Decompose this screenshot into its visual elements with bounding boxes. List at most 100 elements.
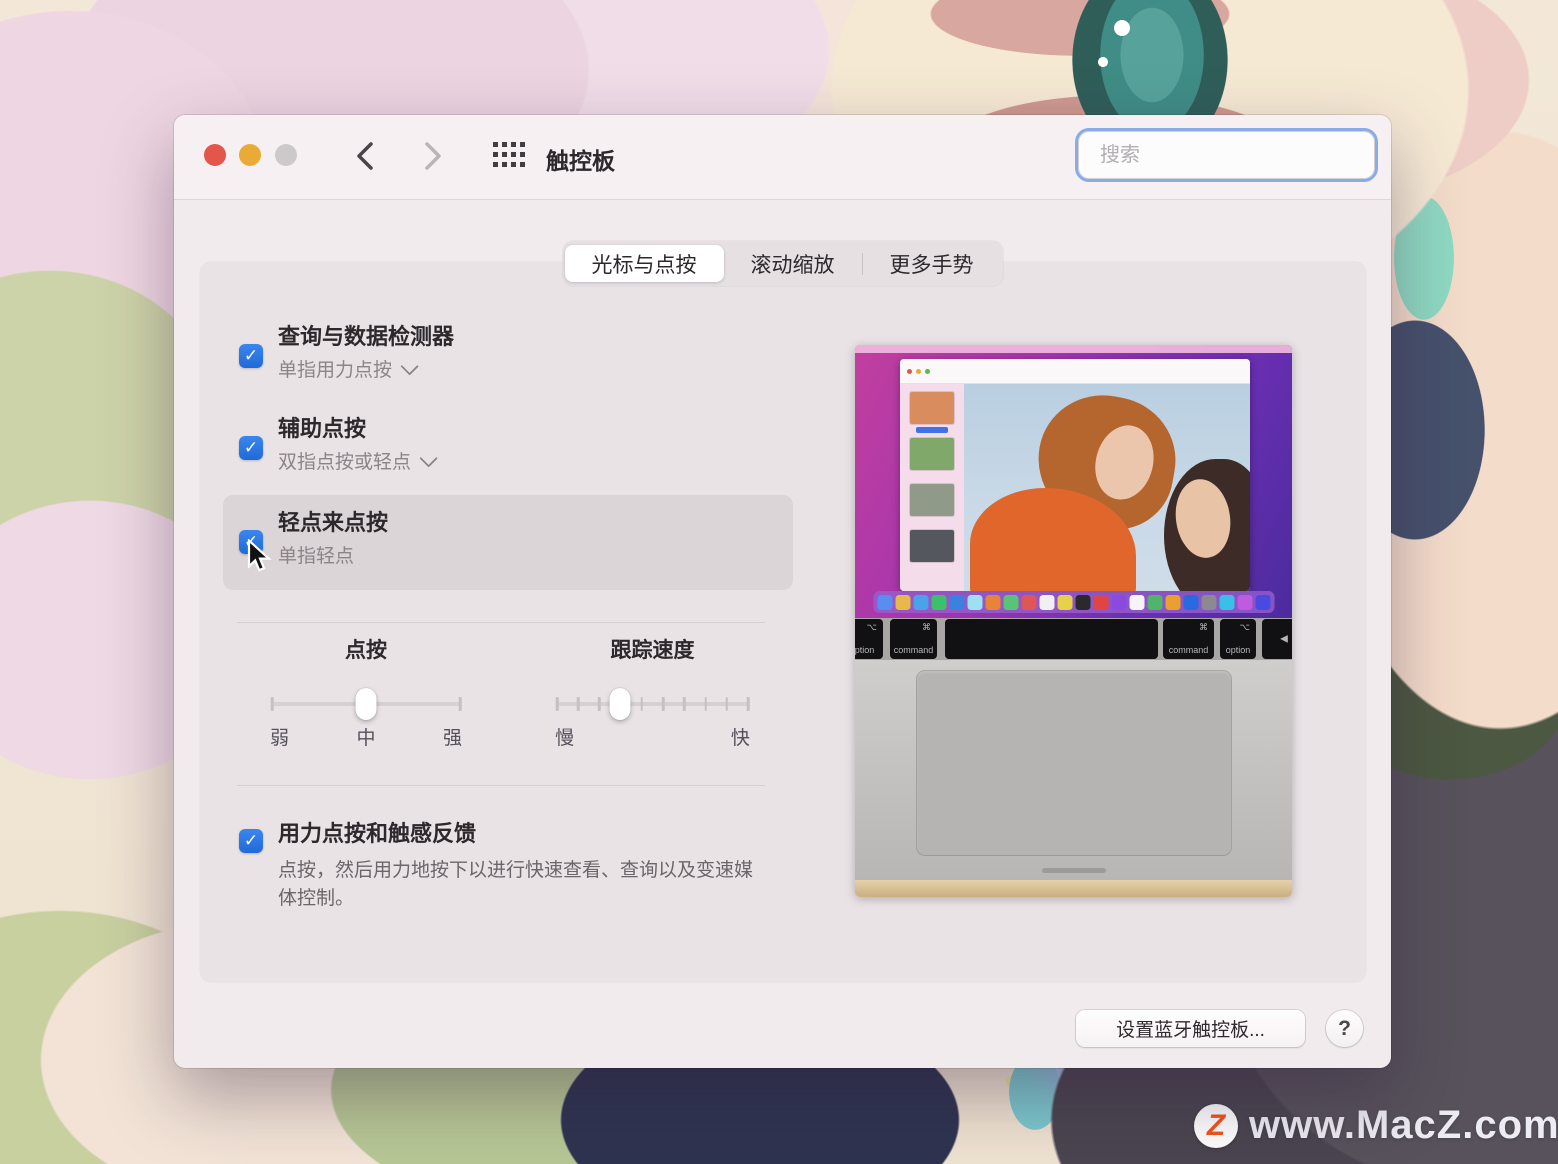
- tracking-speed-tick-labels: 慢 快: [555, 723, 750, 749]
- demo-dock-app-icon: [913, 594, 928, 610]
- demo-dock-app-icon: [895, 594, 910, 610]
- macz-logo-letter: Z: [1206, 1108, 1226, 1142]
- demo-dock-app-icon: [1003, 594, 1018, 610]
- demo-dock-app-icon: [1021, 594, 1036, 610]
- demo-dock-app-icon: [967, 594, 982, 610]
- close-button[interactable]: [204, 144, 226, 166]
- demo-command-key: ⌘ command: [890, 619, 937, 659]
- forward-button[interactable]: [414, 137, 452, 175]
- force-click-description: 点按，然后用力地按下以进行快速查看、查询以及变速媒体控制。: [278, 860, 754, 909]
- search-input[interactable]: [1098, 142, 1367, 168]
- demo-photo-thumbnail: [910, 484, 954, 516]
- demo-dock-app-icon: [931, 594, 946, 610]
- macz-logo-icon: Z: [1194, 1103, 1238, 1148]
- demo-photos-sidebar: [900, 384, 964, 591]
- demo-close-dot: [907, 368, 912, 374]
- tick-label-strong: 强: [442, 728, 462, 749]
- chevron-left-icon: [357, 142, 373, 170]
- demo-arrow-key: ◀: [1262, 619, 1292, 659]
- click-pressure-label: 点按: [345, 639, 387, 662]
- watermark-text: www.MacZ.com: [1249, 1103, 1558, 1147]
- dropdown-value: 双指点按或轻点: [278, 452, 412, 473]
- demo-trackpad: [915, 670, 1232, 856]
- click-pressure-slider: [270, 687, 462, 721]
- lookup-gesture-dropdown[interactable]: 单指用力点按: [278, 355, 419, 382]
- tab-scroll-and-zoom[interactable]: 滚动缩放: [724, 245, 862, 282]
- demo-dock-app-icon: [1075, 594, 1090, 610]
- force-click-label: 用力点按和触感反馈: [278, 821, 477, 846]
- demo-macbook-screen: [855, 345, 1292, 618]
- demo-photo-thumbnail: [910, 530, 954, 562]
- demo-dock: [873, 591, 1274, 613]
- demo-photo-thumbnail: [910, 392, 954, 433]
- demo-dock-app-icon: [1129, 594, 1144, 610]
- back-button[interactable]: [346, 137, 384, 175]
- demo-dock-app-icon: [1039, 594, 1054, 610]
- demo-dock-app-icon: [1147, 594, 1162, 610]
- option-label: 辅助点按: [278, 416, 367, 441]
- demo-dock-app-icon: [1219, 594, 1234, 610]
- demo-dock-app-icon: [1111, 594, 1126, 610]
- trackpad-demo-video: ⌥option ⌘command ⌘command ⌥option ◀: [855, 345, 1292, 897]
- demo-dock-app-icon: [949, 594, 964, 610]
- demo-option-key: ⌥option: [855, 619, 883, 659]
- demo-minimize-dot: [916, 368, 921, 374]
- demo-dock-app-icon: [1201, 594, 1216, 610]
- trackpad-preferences-window: 触控板 光标与点按 滚动缩放 更多手势 查询与数据检测器 单指用力点按 辅助点按…: [174, 115, 1391, 1068]
- demo-dock-app-icon: [1255, 594, 1270, 610]
- window-title: 触控板: [546, 148, 615, 174]
- sublabel-text: 单指轻点: [278, 546, 355, 567]
- force-click-checkbox[interactable]: [239, 829, 263, 853]
- demo-lid-notch: [1041, 868, 1106, 873]
- tick-label-weak: 弱: [270, 728, 290, 749]
- secondary-click-checkbox[interactable]: [239, 436, 263, 460]
- slider-thumb[interactable]: [609, 688, 631, 720]
- option-sublabel: 单指轻点: [278, 541, 354, 568]
- demo-command-key: ⌘ command: [1163, 619, 1214, 659]
- demo-dock-app-icon: [1093, 594, 1108, 610]
- demo-menubar: [855, 345, 1292, 353]
- secondary-click-gesture-dropdown[interactable]: 双指点按或轻点: [278, 447, 438, 474]
- slider-thumb[interactable]: [355, 688, 377, 720]
- mouse-cursor-icon: [247, 539, 272, 572]
- demo-dock-app-icon: [877, 594, 892, 610]
- demo-spacebar-key: [945, 619, 1158, 659]
- dropdown-value: 单指用力点按: [278, 360, 393, 381]
- tick-label-fast: 快: [730, 728, 750, 749]
- search-field[interactable]: [1075, 128, 1378, 182]
- demo-photos-toolbar: [900, 359, 1250, 384]
- slider-track[interactable]: [555, 697, 750, 711]
- tab-bar: 光标与点按 滚动缩放 更多手势: [562, 241, 1003, 286]
- watermark: Z www.MacZ.com: [1194, 1103, 1558, 1148]
- tick-label-medium: 中: [356, 728, 376, 749]
- help-button[interactable]: ?: [1326, 1010, 1363, 1047]
- tab-point-and-click[interactable]: 光标与点按: [564, 245, 724, 282]
- zoom-button[interactable]: [275, 144, 297, 166]
- tab-more-gestures[interactable]: 更多手势: [863, 245, 1001, 282]
- tracking-speed-label: 跟踪速度: [610, 639, 695, 662]
- desktop: Z www.MacZ.com 触控板 搜索 光标与点按 滚动缩放 更多手势 ✓ …: [0, 0, 1558, 1164]
- demo-zoom-dot: [925, 368, 930, 374]
- demo-photo-of-two-women: [964, 384, 1250, 591]
- tick-label-slow: 慢: [555, 728, 575, 749]
- demo-dock-app-icon: [1183, 594, 1198, 610]
- demo-dock-app-icon: [985, 594, 1000, 610]
- demo-dock-app-icon: [1057, 594, 1072, 610]
- demo-dock-app-icon: [1165, 594, 1180, 610]
- titlebar: 触控板: [174, 115, 1391, 200]
- minimize-button[interactable]: [239, 144, 261, 166]
- demo-keyboard-row: ⌥option ⌘command ⌘command ⌥option ◀: [855, 618, 1292, 660]
- tracking-speed-slider: [555, 687, 750, 721]
- demo-dock-app-icon: [1237, 594, 1252, 610]
- chevron-right-icon: [425, 142, 441, 170]
- click-pressure-tick-labels: 弱 中 强: [270, 723, 462, 749]
- demo-desk-surface: [855, 880, 1292, 897]
- lookup-data-detectors-checkbox[interactable]: [239, 344, 263, 368]
- demo-option-key: ⌥option: [1220, 619, 1256, 659]
- divider: [237, 785, 765, 786]
- demo-photo-thumbnail: [910, 438, 954, 470]
- show-all-grid-icon[interactable]: [492, 139, 528, 173]
- demo-photos-app-window: [900, 359, 1250, 591]
- setup-bluetooth-trackpad-button[interactable]: 设置蓝牙触控板...: [1076, 1010, 1305, 1047]
- option-label: 查询与数据检测器: [278, 324, 455, 349]
